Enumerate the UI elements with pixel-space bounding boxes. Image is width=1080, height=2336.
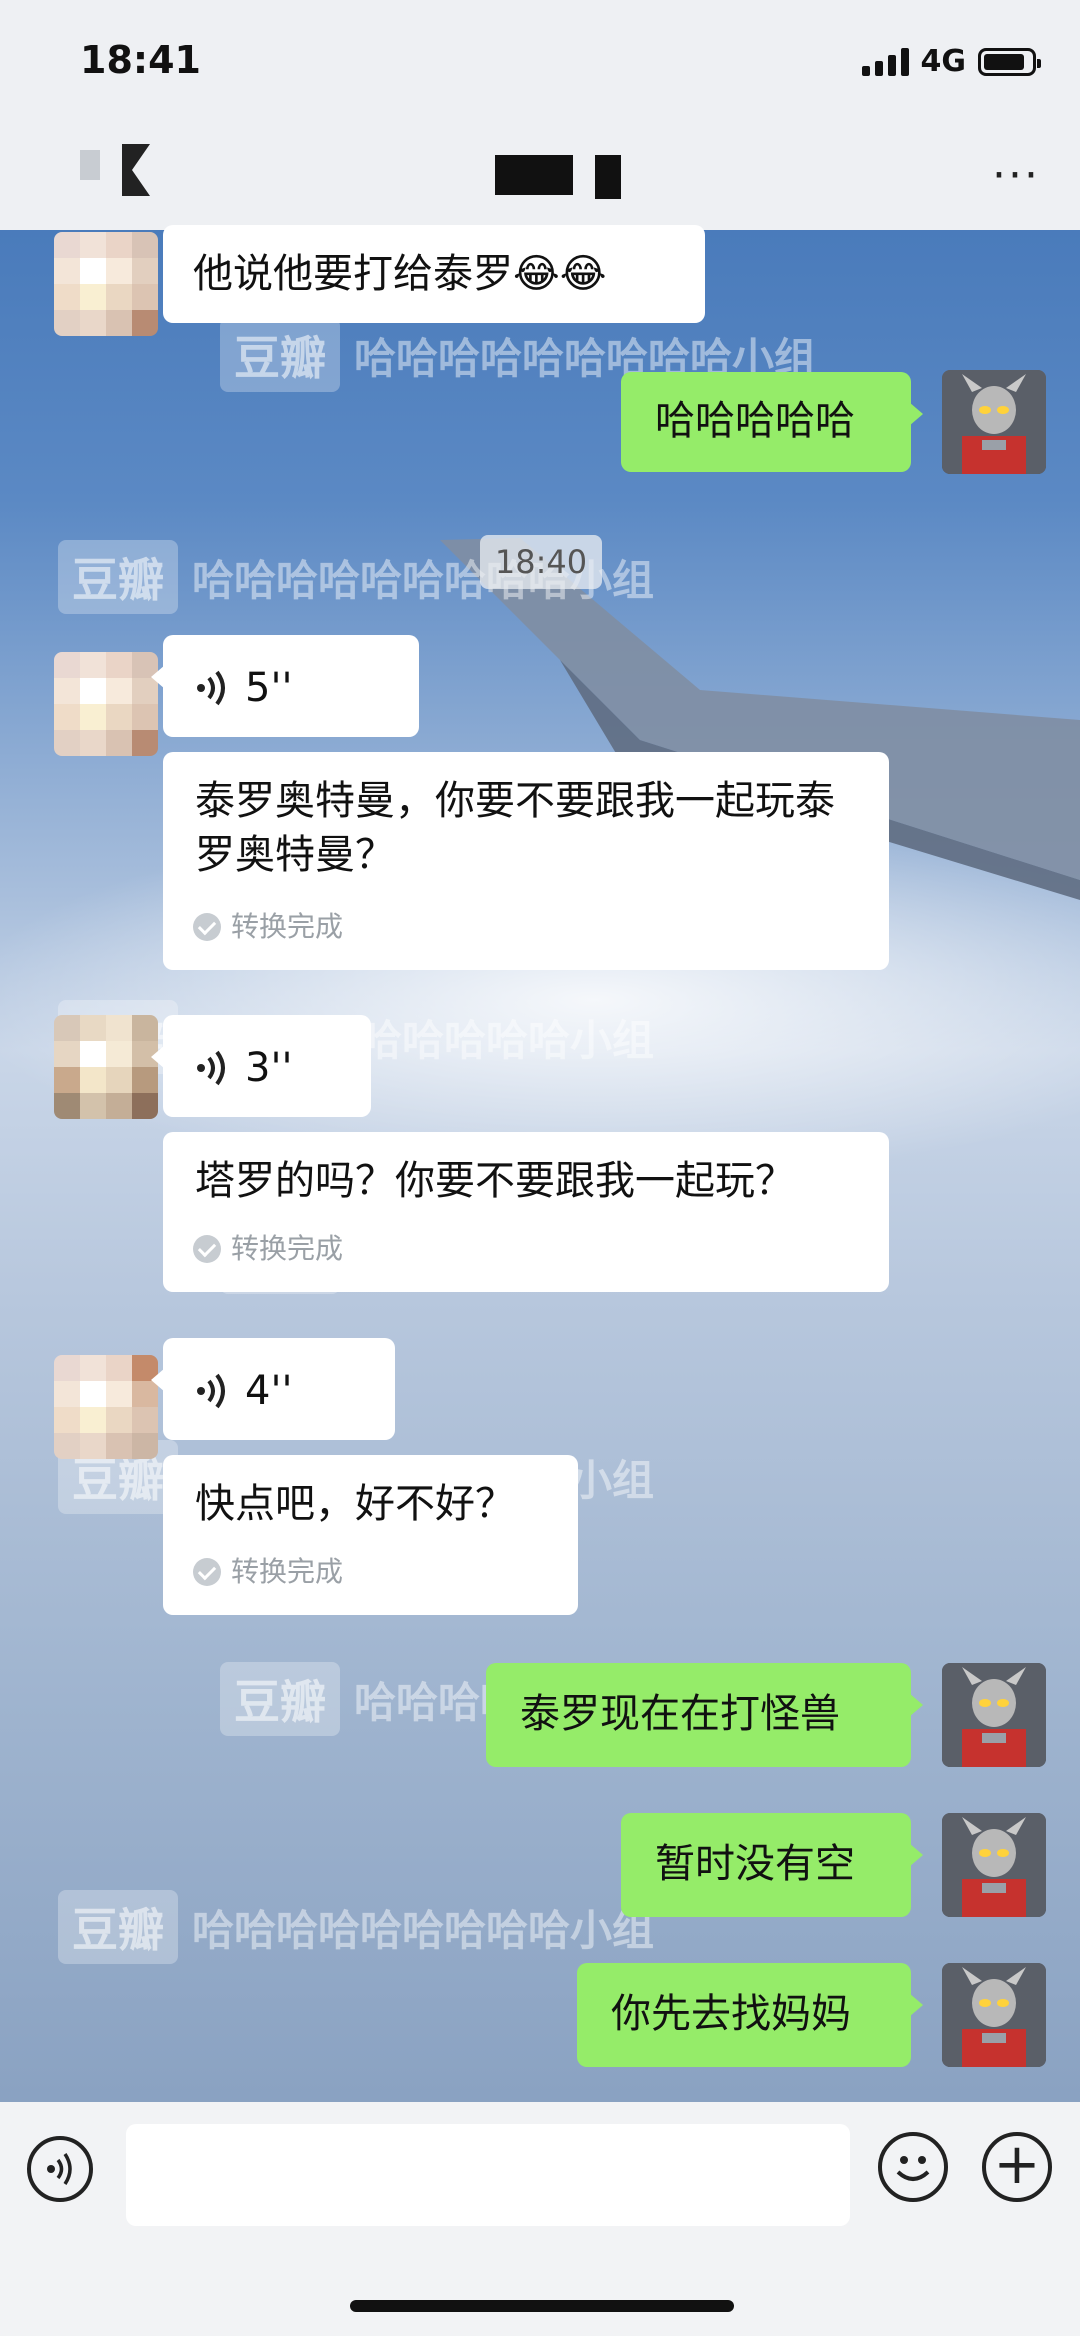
message-text: 哈哈哈哈哈 — [655, 398, 855, 444]
chat-header: ··· — [0, 110, 1080, 230]
transcript-status: 转换完成 — [193, 1222, 343, 1276]
voice-duration: 5'' — [245, 665, 293, 711]
user-avatar[interactable] — [942, 370, 1046, 474]
voice-wave-icon — [47, 2153, 72, 2185]
user-avatar[interactable] — [942, 1813, 1046, 1917]
transcript-text: 快点吧，好不好？ — [195, 1481, 515, 1527]
voice-wave-icon — [197, 1050, 225, 1086]
plus-button[interactable]: + — [982, 2132, 1052, 2202]
user-avatar[interactable] — [942, 1963, 1046, 2067]
message-input[interactable] — [126, 2124, 850, 2226]
more-options-icon[interactable]: ··· — [992, 150, 1040, 201]
transcript-text: 泰罗奥特曼，你要不要跟我一起玩泰罗奥特曼？ — [195, 778, 835, 878]
check-icon — [193, 1235, 221, 1263]
back-icon — [80, 144, 150, 196]
signal-icon — [861, 47, 909, 76]
battery-icon — [978, 47, 1041, 76]
voice-message[interactable]: 4'' — [151, 1338, 395, 1440]
voice-duration: 4'' — [245, 1368, 293, 1414]
check-icon — [193, 1558, 221, 1586]
message-text: 泰罗现在在打怪兽 — [520, 1691, 840, 1737]
voice-message[interactable]: 5'' — [151, 635, 419, 737]
voice-transcript[interactable]: 快点吧，好不好？ 转换完成 — [163, 1455, 578, 1615]
ultraman-taro-avatar — [942, 1963, 1046, 2067]
ultraman-taro-avatar — [942, 370, 1046, 474]
home-indicator — [350, 2300, 734, 2312]
emoji-icon — [896, 2156, 930, 2181]
contact-avatar[interactable] — [54, 1355, 158, 1459]
check-icon — [193, 913, 221, 941]
voice-message[interactable]: 3'' — [151, 1015, 371, 1117]
voice-wave-icon — [197, 1373, 225, 1409]
contact-avatar[interactable] — [54, 652, 158, 756]
voice-transcript[interactable]: 泰罗奥特曼，你要不要跟我一起玩泰罗奥特曼？ 转换完成 — [163, 752, 889, 970]
chat-title-redacted — [495, 155, 621, 199]
transcript-status: 转换完成 — [193, 900, 343, 954]
user-avatar[interactable] — [942, 1663, 1046, 1767]
transcript-status: 转换完成 — [193, 1545, 343, 1599]
status-bar: 18:41 4G — [0, 0, 1080, 110]
emoji-button[interactable] — [878, 2132, 948, 2202]
status-indicators: 4G — [861, 44, 1041, 79]
status-time: 18:41 — [80, 38, 201, 82]
message-bubble[interactable]: 泰罗现在在打怪兽 — [486, 1663, 923, 1767]
ultraman-taro-avatar — [942, 1813, 1046, 1917]
back-button[interactable] — [80, 140, 160, 200]
message-bubble[interactable]: 哈哈哈哈哈 — [621, 372, 923, 472]
message-bubble[interactable]: 暂时没有空 — [621, 1813, 923, 1917]
ultraman-taro-avatar — [942, 1663, 1046, 1767]
voice-transcript[interactable]: 塔罗的吗？你要不要跟我一起玩？ 转换完成 — [163, 1132, 889, 1292]
contact-avatar[interactable] — [54, 232, 158, 336]
message-bubble[interactable]: 你先去找妈妈 — [577, 1963, 923, 2067]
message-text: 他说他要打给泰罗😂😂 — [193, 251, 607, 297]
voice-wave-icon — [197, 670, 225, 706]
message-text: 你先去找妈妈 — [611, 1991, 851, 2037]
network-type: 4G — [920, 44, 967, 79]
voice-duration: 3'' — [245, 1045, 293, 1091]
message-bubble[interactable]: 他说他要打给泰罗😂😂 — [163, 225, 705, 323]
contact-avatar[interactable] — [54, 1015, 158, 1119]
voice-input-button[interactable] — [27, 2136, 93, 2202]
transcript-text: 塔罗的吗？你要不要跟我一起玩？ — [195, 1158, 795, 1204]
message-text: 暂时没有空 — [655, 1841, 855, 1887]
message-timestamp: 18:40 — [480, 535, 602, 589]
